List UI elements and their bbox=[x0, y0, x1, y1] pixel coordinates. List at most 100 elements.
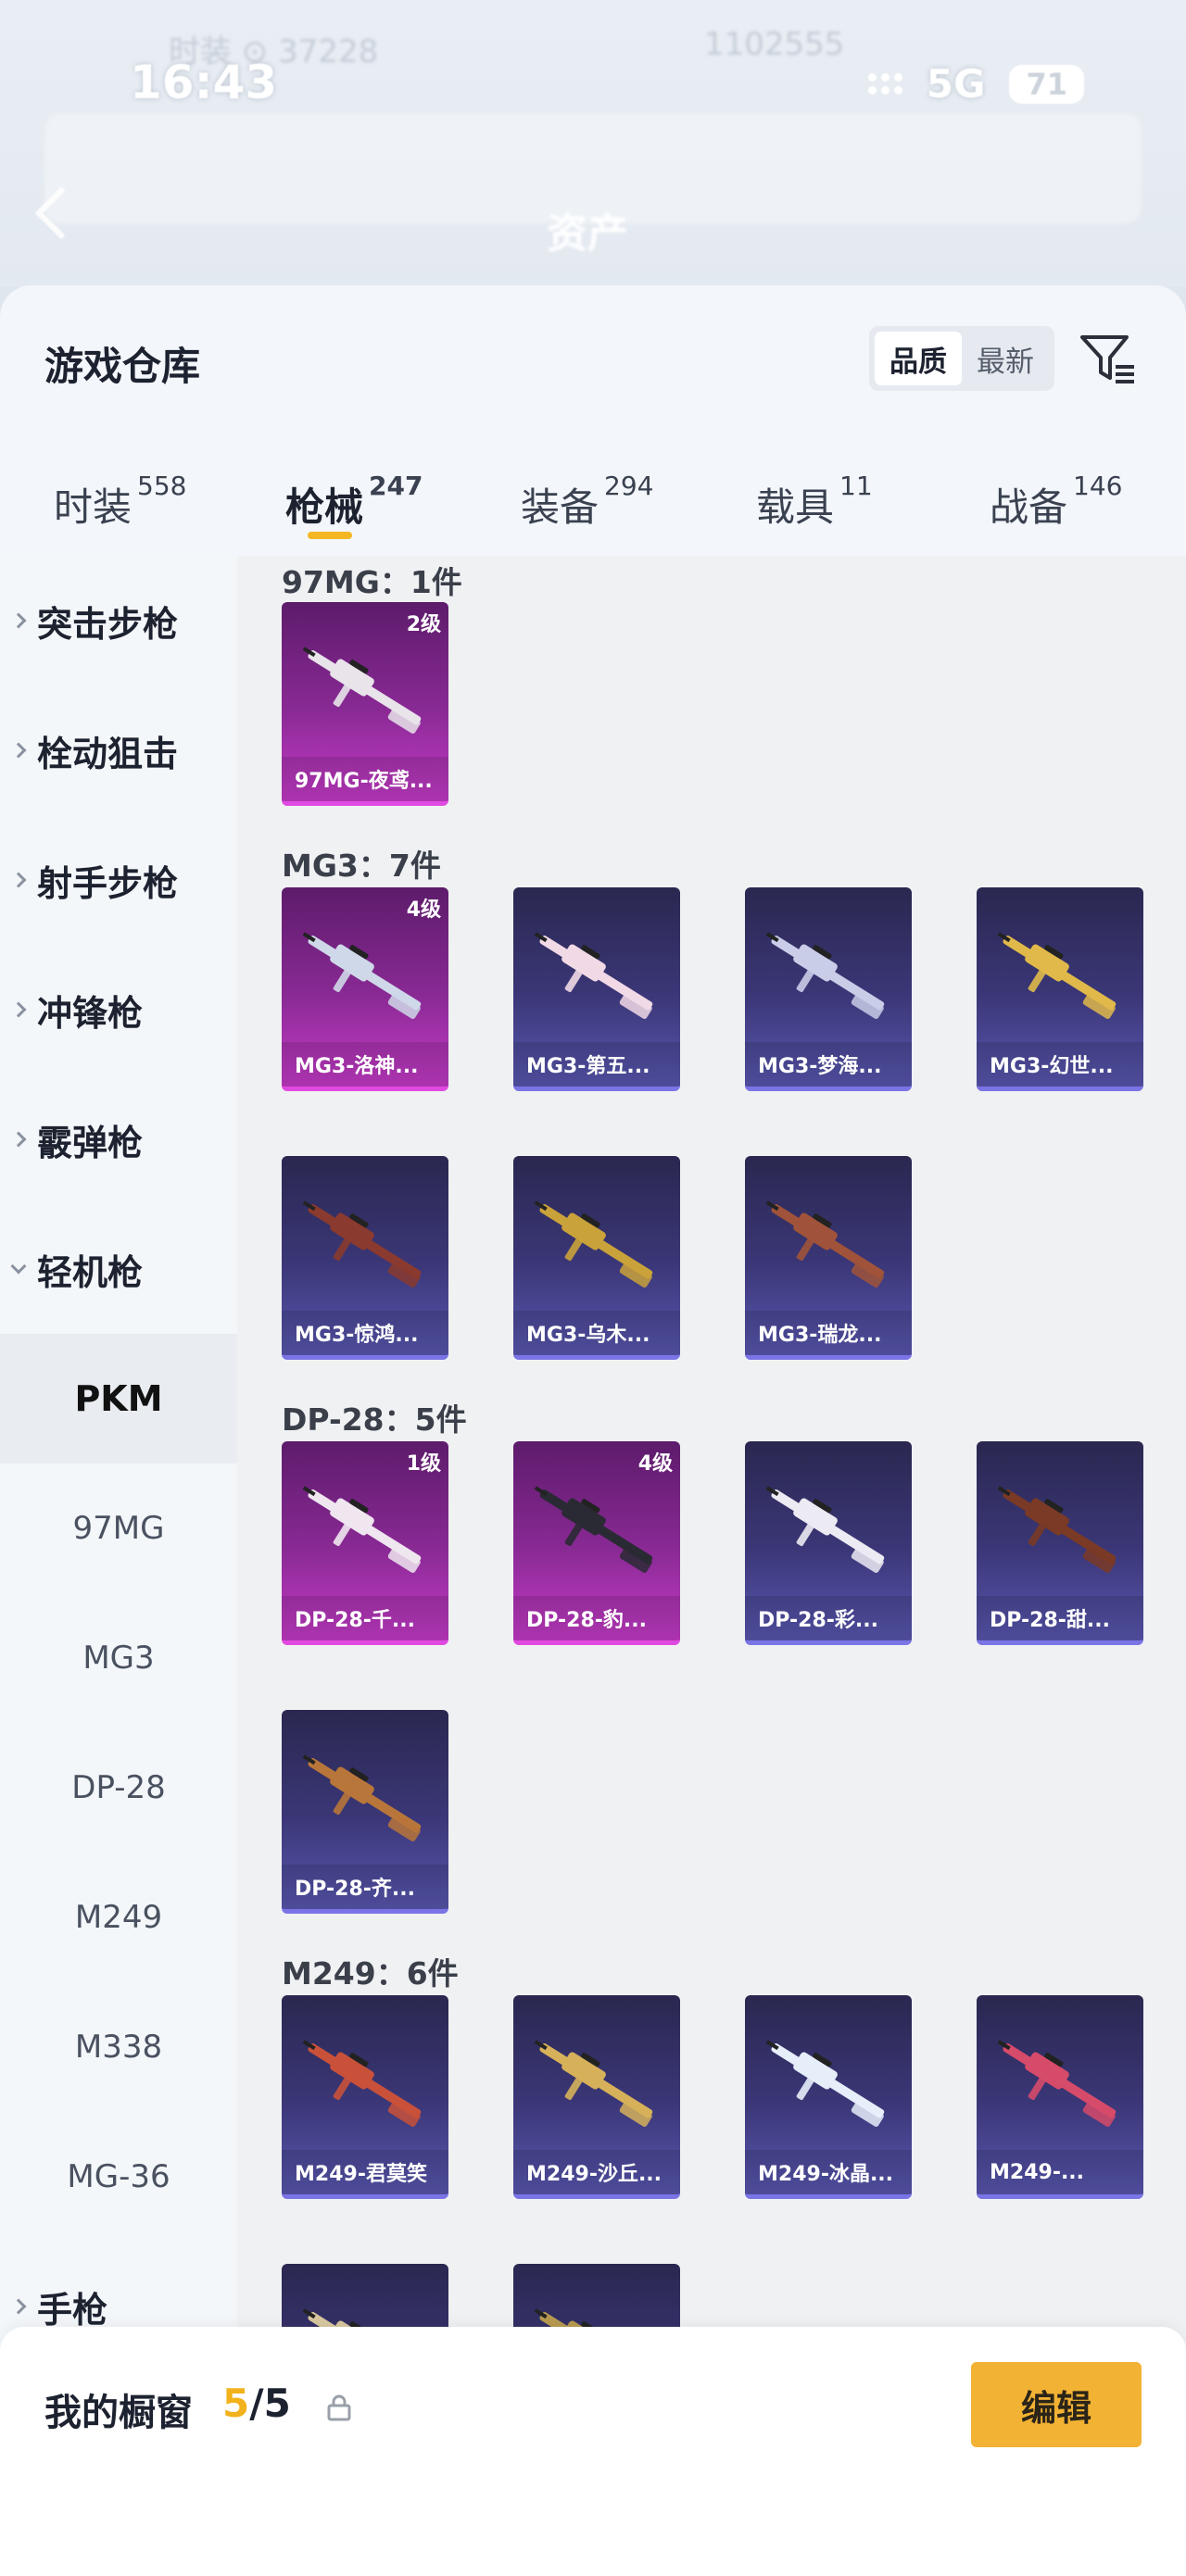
chevron-right-icon bbox=[10, 742, 27, 759]
sidebar-item-marksman-rifle[interactable]: 射手步枪 bbox=[0, 815, 237, 945]
rifle-icon bbox=[765, 932, 885, 1019]
weapon-name: MG3-洛神... bbox=[282, 1042, 448, 1087]
rifle-icon bbox=[765, 1486, 885, 1573]
sort-newest-button[interactable]: 最新 bbox=[962, 332, 1049, 385]
weapon-name: DP-28-千... bbox=[282, 1596, 448, 1640]
weapon-card[interactable]: DP-28-彩... bbox=[745, 1441, 912, 1645]
tab-fashion[interactable]: 时装 558 bbox=[54, 471, 186, 533]
rifle-icon bbox=[534, 1200, 653, 1288]
status-indicators: 5G 71 bbox=[867, 61, 1084, 107]
lock-icon bbox=[327, 2394, 351, 2421]
category-tabs: 时装 558 枪械 247 装备 294 载具 11 战备 146 bbox=[0, 458, 1186, 559]
showcase-count: 5/5 bbox=[222, 2381, 291, 2426]
group-header-mg3: MG3：7件 bbox=[282, 848, 441, 884]
weapon-name: MG3-第五... bbox=[513, 1042, 680, 1087]
sidebar-sub-m249[interactable]: M249 bbox=[0, 1853, 237, 1982]
weapon-card[interactable]: M249-沙丘... bbox=[513, 1995, 680, 2199]
rifle-icon bbox=[534, 1486, 653, 1573]
weapon-name: DP-28-豹... bbox=[513, 1596, 680, 1640]
tab-equipment[interactable]: 装备 294 bbox=[521, 471, 653, 533]
rifle-icon bbox=[302, 1486, 422, 1573]
sidebar-sub-m338[interactable]: M338 bbox=[0, 1982, 237, 2112]
signal-icon bbox=[867, 73, 902, 94]
weapon-card[interactable]: 2级 97MG-夜鸢... bbox=[282, 602, 448, 806]
weapon-card[interactable]: MG3-幻世... bbox=[977, 887, 1143, 1091]
warehouse-title: 游戏仓库 bbox=[44, 344, 201, 389]
group-header-97mg: 97MG：1件 bbox=[282, 564, 462, 600]
sidebar-sub-97mg[interactable]: 97MG bbox=[0, 1464, 237, 1593]
rifle-icon bbox=[302, 647, 422, 734]
rifle-icon bbox=[997, 1486, 1117, 1573]
weapon-card[interactable]: 4级 MG3-洛神... bbox=[282, 887, 448, 1091]
weapon-name: M249-沙丘... bbox=[513, 2150, 680, 2194]
weapon-name: MG3-惊鸿... bbox=[282, 1311, 448, 1355]
chevron-right-icon bbox=[10, 1131, 27, 1148]
group-header-m249: M249：6件 bbox=[282, 1955, 459, 1992]
rifle-icon bbox=[997, 2040, 1117, 2127]
sidebar-sub-pkm[interactable]: PKM bbox=[0, 1334, 237, 1464]
rifle-icon bbox=[302, 2040, 422, 2127]
weapon-name: DP-28-甜... bbox=[977, 1596, 1143, 1640]
sidebar-item-bolt-sniper[interactable]: 栓动狙击 bbox=[0, 685, 237, 815]
group-header-dp28: DP-28：5件 bbox=[282, 1401, 467, 1438]
chevron-right-icon bbox=[10, 2298, 27, 2315]
sidebar-sub-mg36[interactable]: MG-36 bbox=[0, 2112, 237, 2242]
weapon-name: MG3-幻世... bbox=[977, 1042, 1143, 1087]
weapon-sidebar: 突击步枪 栓动狙击 射手步枪 冲锋枪 霰弹枪 轻机枪 PKM 97MG MG3 … bbox=[0, 556, 237, 2576]
sidebar-item-shotgun[interactable]: 霰弹枪 bbox=[0, 1074, 237, 1204]
rifle-icon bbox=[302, 932, 422, 1019]
weapon-name: MG3-梦海... bbox=[745, 1042, 912, 1087]
weapon-card[interactable]: DP-28-甜... bbox=[977, 1441, 1143, 1645]
weapon-name: MG3-瑞龙... bbox=[745, 1311, 912, 1355]
filter-icon[interactable] bbox=[1079, 332, 1138, 387]
showcase-label: 我的橱窗 bbox=[44, 2392, 193, 2434]
warehouse-sheet: 游戏仓库 品质 最新 时装 558 枪械 247 装备 294 载具 11 战备 146 … bbox=[0, 285, 1186, 2576]
tab-supplies[interactable]: 战备 146 bbox=[990, 471, 1122, 533]
weapon-card[interactable]: 4级 DP-28-豹... bbox=[513, 1441, 680, 1645]
ghost-stats-right: 1102555 bbox=[704, 26, 845, 63]
weapon-card[interactable]: M249-... bbox=[977, 1995, 1143, 2199]
weapon-card[interactable]: MG3-第五... bbox=[513, 887, 680, 1091]
weapon-card[interactable]: MG3-乌木... bbox=[513, 1156, 680, 1360]
weapon-card[interactable]: MG3-惊鸿... bbox=[282, 1156, 448, 1360]
weapon-name: M249-... bbox=[977, 2150, 1143, 2194]
rifle-icon bbox=[765, 2040, 885, 2127]
weapon-card[interactable]: M249-冰晶... bbox=[745, 1995, 912, 2199]
chevron-right-icon bbox=[10, 612, 27, 629]
tab-vehicles[interactable]: 载具 11 bbox=[756, 471, 873, 533]
sidebar-sub-dp28[interactable]: DP-28 bbox=[0, 1723, 237, 1853]
rifle-icon bbox=[997, 932, 1117, 1019]
weapon-card[interactable]: MG3-瑞龙... bbox=[745, 1156, 912, 1360]
weapon-name: DP-28-彩... bbox=[745, 1596, 912, 1640]
tab-firearms[interactable]: 枪械 247 bbox=[285, 471, 423, 533]
top-background: 时装 ⊙ 37228 1102555 16:43 5G 71 资产 bbox=[0, 0, 1186, 287]
weapon-name: 97MG-夜鸢... bbox=[282, 757, 448, 801]
chevron-down-icon bbox=[10, 1258, 27, 1275]
rifle-icon bbox=[534, 2040, 653, 2127]
edit-button[interactable]: 编辑 bbox=[971, 2362, 1142, 2447]
sort-quality-button[interactable]: 品质 bbox=[875, 332, 962, 385]
weapon-name: M249-君莫笑 bbox=[282, 2150, 448, 2194]
page-title: 资产 bbox=[547, 210, 628, 258]
status-time: 16:43 bbox=[130, 56, 278, 109]
sort-toggle: 品质 最新 bbox=[869, 326, 1054, 391]
weapon-name: DP-28-齐... bbox=[282, 1865, 448, 1909]
battery-indicator: 71 bbox=[1009, 64, 1084, 104]
rifle-icon bbox=[534, 932, 653, 1019]
showcase-bar: 我的橱窗 5/5 编辑 bbox=[0, 2327, 1186, 2576]
weapon-card[interactable]: M249-君莫笑 bbox=[282, 1995, 448, 2199]
weapon-card[interactable]: DP-28-齐... bbox=[282, 1710, 448, 1914]
active-tab-indicator bbox=[308, 532, 352, 539]
rifle-icon bbox=[302, 1754, 422, 1841]
sidebar-item-assault-rifle[interactable]: 突击步枪 bbox=[0, 556, 237, 685]
sidebar-sub-mg3[interactable]: MG3 bbox=[0, 1593, 237, 1723]
weapon-card[interactable]: MG3-梦海... bbox=[745, 887, 912, 1091]
weapon-grid: 97MG：1件 MG3：7件 DP-28：5件 M249：6件 2级 97MG-夜… bbox=[237, 556, 1186, 2576]
sidebar-item-smg[interactable]: 冲锋枪 bbox=[0, 945, 237, 1074]
weapon-card[interactable]: 1级 DP-28-千... bbox=[282, 1441, 448, 1645]
network-type: 5G bbox=[926, 61, 986, 107]
sidebar-item-lmg[interactable]: 轻机枪 bbox=[0, 1204, 237, 1334]
rifle-icon bbox=[765, 1200, 885, 1288]
weapon-name: MG3-乌木... bbox=[513, 1311, 680, 1355]
chevron-right-icon bbox=[10, 872, 27, 888]
